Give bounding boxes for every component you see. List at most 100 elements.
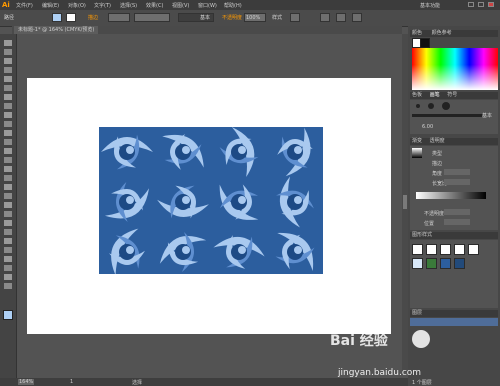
graphic-style-swatch[interactable] — [440, 258, 451, 269]
mesh-tool-icon[interactable] — [4, 202, 12, 208]
gradient-slider[interactable] — [416, 192, 486, 199]
menu-effect[interactable]: 效果(C) — [146, 2, 163, 9]
opacity-input[interactable]: 100% — [244, 13, 266, 22]
tab-color-guide[interactable]: 颜色参考 — [432, 30, 452, 36]
stroke-weight-input[interactable] — [108, 13, 130, 22]
variable-width-select[interactable] — [134, 13, 170, 22]
brush-size-value: 6.00 — [422, 124, 434, 130]
gradient-ratio-input[interactable] — [444, 179, 470, 185]
graphic-style-swatch[interactable] — [454, 258, 465, 269]
style-label: 样式 — [272, 15, 283, 21]
tab-layers[interactable]: 图层 — [412, 310, 422, 316]
graphic-style-swatch[interactable] — [426, 258, 437, 269]
artboard-tool-icon[interactable] — [4, 256, 12, 262]
zoom-tool-icon[interactable] — [4, 283, 12, 289]
stroke-label[interactable]: 描边 — [88, 14, 98, 21]
menu-bar: Ai 文件(F) 编辑(E) 对象(O) 文字(T) 选择(S) 效果(C) 视… — [0, 0, 500, 10]
gradient-opacity-label: 不透明度 — [424, 211, 445, 217]
graph-tool-icon[interactable] — [4, 247, 12, 253]
graphic-style-swatch[interactable] — [440, 244, 451, 255]
brush-dot-large[interactable] — [442, 102, 450, 110]
color-spectrum[interactable] — [412, 48, 498, 90]
menu-window[interactable]: 窗口(W) — [198, 2, 217, 9]
tab-transparency[interactable]: 透明度 — [430, 138, 445, 144]
tab-color[interactable]: 颜色 — [412, 30, 422, 36]
workspace-switcher[interactable]: 基本功能 — [420, 2, 440, 9]
graphic-style-swatch[interactable] — [468, 244, 479, 255]
type-tool-icon[interactable] — [4, 85, 12, 91]
menu-help[interactable]: 帮助(H) — [224, 2, 242, 9]
brushes-panel-header: 色板 画笔 符号 — [410, 92, 498, 99]
selection-tool-icon[interactable] — [4, 40, 12, 46]
direct-selection-icon[interactable] — [4, 49, 12, 55]
graphic-styles-header[interactable]: 图形样式 — [410, 232, 498, 239]
graphic-style-swatch[interactable] — [412, 258, 423, 269]
lasso-icon[interactable] — [4, 67, 12, 73]
menu-edit[interactable]: 编辑(E) — [42, 2, 59, 9]
symbol-sprayer-icon[interactable] — [4, 238, 12, 244]
menu-file[interactable]: 文件(F) — [16, 2, 33, 9]
slice-tool-icon[interactable] — [4, 265, 12, 271]
pencil-icon[interactable] — [4, 121, 12, 127]
brush-stroke-preview[interactable] — [412, 114, 482, 117]
swirl-motif — [277, 127, 313, 177]
tab-swatches[interactable]: 色板 — [412, 92, 422, 98]
rotate-tool-icon[interactable] — [4, 148, 12, 154]
gradient-opacity-input[interactable] — [444, 209, 470, 215]
blob-brush-icon[interactable] — [4, 130, 12, 136]
toolbox-fill-swatch[interactable] — [3, 310, 13, 320]
zoom-select[interactable]: 164% — [18, 379, 34, 385]
gradient-location-input[interactable] — [444, 219, 470, 225]
stroke-color-box[interactable] — [420, 38, 430, 48]
brush-dot-medium[interactable] — [428, 103, 434, 109]
graphic-style-swatch[interactable] — [454, 244, 465, 255]
perspective-icon[interactable] — [4, 193, 12, 199]
pen-tool-icon[interactable] — [4, 76, 12, 82]
isolate-icon[interactable] — [352, 13, 362, 22]
style-swatch[interactable] — [290, 13, 300, 22]
line-tool-icon[interactable] — [4, 94, 12, 100]
swirl-motif — [219, 127, 259, 177]
magic-wand-icon[interactable] — [4, 58, 12, 64]
gradient-angle-input[interactable] — [444, 169, 470, 175]
graphic-style-swatch[interactable] — [426, 244, 437, 255]
gradient-location-label: 位置 — [424, 221, 435, 227]
maximize-icon[interactable] — [478, 2, 484, 7]
transform-icon[interactable] — [336, 13, 346, 22]
graphic-style-swatch[interactable] — [412, 244, 423, 255]
opacity-label[interactable]: 不透明度 — [222, 14, 242, 21]
shape-builder-icon[interactable] — [4, 184, 12, 190]
menu-object[interactable]: 对象(O) — [68, 2, 86, 9]
width-tool-icon[interactable] — [4, 166, 12, 172]
watermark-brand: Bai 经验 — [330, 333, 388, 349]
scale-tool-icon[interactable] — [4, 157, 12, 163]
menu-type[interactable]: 文字(T) — [94, 2, 111, 9]
menu-select[interactable]: 选择(S) — [120, 2, 137, 9]
close-icon[interactable] — [488, 2, 494, 7]
tab-gradient[interactable]: 渐变 — [412, 138, 422, 144]
scroll-thumb[interactable] — [403, 195, 407, 209]
menu-view[interactable]: 视图(V) — [172, 2, 189, 9]
fill-swatch[interactable] — [52, 13, 62, 22]
blend-tool-icon[interactable] — [4, 229, 12, 235]
page-number[interactable]: 1 — [70, 379, 73, 385]
stroke-swatch[interactable] — [66, 13, 76, 22]
document-tab[interactable]: 未标题-1* @ 164% (CMYK/预览) — [14, 26, 99, 34]
gradient-thumbnail[interactable] — [412, 148, 422, 158]
eraser-icon[interactable] — [4, 139, 12, 145]
paintbrush-icon[interactable] — [4, 112, 12, 118]
minimize-icon[interactable] — [468, 2, 474, 7]
pattern-artwork[interactable] — [99, 127, 323, 274]
tab-brushes[interactable]: 画笔 — [430, 92, 440, 98]
free-transform-icon[interactable] — [4, 175, 12, 181]
rectangle-tool-icon[interactable] — [4, 103, 12, 109]
swirl-motif — [162, 134, 204, 170]
align-icon[interactable] — [320, 13, 330, 22]
swirl-motif — [104, 182, 150, 222]
tab-symbols[interactable]: 符号 — [447, 92, 457, 98]
brush-dot-small[interactable] — [416, 104, 420, 108]
hand-tool-icon[interactable] — [4, 274, 12, 280]
gradient-tool-icon[interactable] — [4, 211, 12, 217]
layer-row[interactable] — [410, 318, 498, 326]
eyedropper-icon[interactable] — [4, 220, 12, 226]
